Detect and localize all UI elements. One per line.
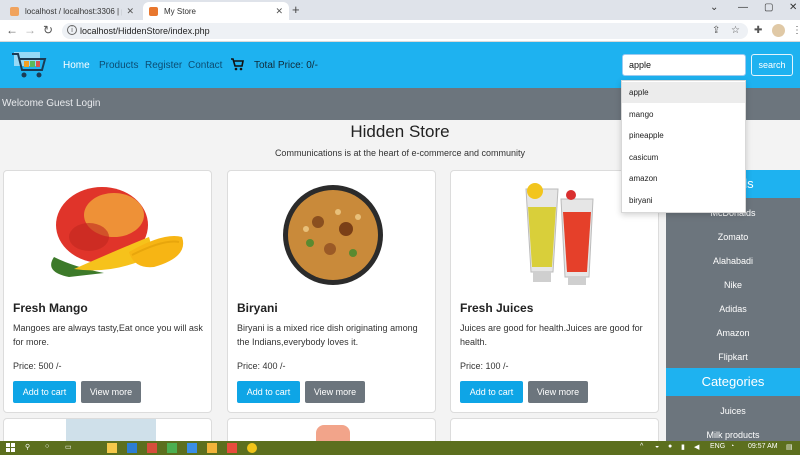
sidebar-item-brand[interactable]: Amazon xyxy=(666,328,800,338)
view-more-button[interactable]: View more xyxy=(528,381,588,403)
product-price: Price: 400 /- xyxy=(237,361,286,371)
app-icon[interactable] xyxy=(147,443,157,453)
wifi-icon[interactable]: ◔ xyxy=(730,443,734,450)
app-icon[interactable] xyxy=(207,443,217,453)
add-to-cart-button[interactable]: Add to cart xyxy=(13,381,76,403)
search-input[interactable]: apple xyxy=(622,54,746,76)
url-field[interactable]: i localhost/HiddenStore/index.php xyxy=(62,23,748,39)
product-title: Fresh Juices xyxy=(460,301,534,315)
windows-start-icon[interactable] xyxy=(6,443,16,453)
windows-taskbar: ⚲ ○ ▭ ^ ◒ ● ▮ ◀ ENG ◔ 09:57 AM ▤ xyxy=(0,441,800,455)
profile-avatar[interactable] xyxy=(772,24,785,37)
back-arrow-icon[interactable]: ← xyxy=(6,23,18,37)
sidebar-item-category[interactable]: Milk products xyxy=(666,430,800,440)
autocomplete-option[interactable]: amazon xyxy=(622,168,745,189)
tab-label: My Store xyxy=(164,6,197,16)
file-explorer-icon[interactable] xyxy=(107,443,117,453)
sidebar-item-brand[interactable]: Zomato xyxy=(666,232,800,242)
site-info-icon[interactable]: i xyxy=(67,25,77,35)
search-icon[interactable]: ⚲ xyxy=(25,443,30,451)
tab-my-store[interactable]: My Store ✕ xyxy=(143,2,289,20)
sidebar-item-category[interactable]: Juices xyxy=(666,406,800,416)
product-card-biryani: Biryani Biryani is a mixed rice dish ori… xyxy=(227,170,436,413)
address-bar: ← → ↻ i localhost/HiddenStore/index.php xyxy=(0,20,800,42)
tab-phpmyadmin[interactable]: localhost / localhost:3306 | phpM ✕ xyxy=(4,2,140,20)
browser-tabstrip: localhost / localhost:3306 | phpM ✕ My S… xyxy=(0,0,800,20)
autocomplete-option[interactable]: casicum xyxy=(622,147,745,168)
new-tab-button[interactable]: + xyxy=(292,2,300,17)
view-more-button[interactable]: View more xyxy=(81,381,141,403)
close-tab-icon[interactable]: ✕ xyxy=(126,6,134,17)
store-favicon-icon xyxy=(149,6,158,16)
nav-products-link[interactable]: Products xyxy=(99,60,138,71)
sidebar-item-brand[interactable]: Alahabadi xyxy=(666,256,800,266)
share-icon[interactable]: ⇪ xyxy=(712,25,720,36)
tray-chevron-icon[interactable]: ^ xyxy=(640,443,643,450)
product-price: Price: 100 /- xyxy=(460,361,509,371)
autocomplete-option[interactable]: pineapple xyxy=(622,125,745,146)
sidebar-item-brand[interactable]: Nike xyxy=(666,280,800,290)
store-logo-cart-icon[interactable] xyxy=(10,50,48,80)
volume-icon[interactable]: ◀ xyxy=(694,443,699,451)
language-indicator[interactable]: ENG xyxy=(710,443,725,450)
autocomplete-option[interactable]: apple xyxy=(622,82,745,103)
browser-menu-icon[interactable]: ⋮ xyxy=(792,25,800,36)
product-description: Biryani is a mixed rice dish originating… xyxy=(237,323,418,347)
nav-contact-link[interactable]: Contact xyxy=(188,60,222,71)
reload-icon[interactable]: ↻ xyxy=(43,23,53,37)
maximize-button[interactable]: ▢ xyxy=(764,2,773,13)
tab-label: localhost / localhost:3306 | phpM xyxy=(25,6,122,16)
view-more-button[interactable]: View more xyxy=(305,381,365,403)
battery-icon[interactable]: ▮ xyxy=(681,443,685,451)
autocomplete-option[interactable]: biryani xyxy=(622,190,745,211)
notifications-icon[interactable]: ▤ xyxy=(786,443,793,451)
clock[interactable]: 09:57 AM xyxy=(748,443,778,450)
extensions-puzzle-icon[interactable]: ✚ xyxy=(754,25,762,36)
total-price: Total Price: 0/- xyxy=(254,60,318,71)
url-text: localhost/HiddenStore/index.php xyxy=(80,26,210,36)
minimize-button[interactable]: — xyxy=(738,2,748,13)
store-icon[interactable] xyxy=(127,443,137,453)
network-icon[interactable]: ◒ xyxy=(655,443,659,450)
product-title: Biryani xyxy=(237,301,278,315)
chrome-icon[interactable] xyxy=(247,443,257,453)
product-description: Mangoes are always tasty,Eat once you wi… xyxy=(13,323,203,347)
autocomplete-dropdown: apple mango pineapple casicum amazon bir… xyxy=(621,80,746,213)
add-to-cart-button[interactable]: Add to cart xyxy=(237,381,300,403)
autocomplete-option[interactable]: mango xyxy=(622,104,745,125)
forward-arrow-icon[interactable]: → xyxy=(24,23,36,37)
product-description: Juices are good for health.Juices are go… xyxy=(460,323,643,347)
app-icon[interactable] xyxy=(167,443,177,453)
cart-icon[interactable] xyxy=(230,57,244,71)
add-to-cart-button[interactable]: Add to cart xyxy=(460,381,523,403)
close-tab-icon[interactable]: ✕ xyxy=(275,6,283,17)
product-card-mango: Fresh Mango Mangoes are always tasty,Eat… xyxy=(3,170,212,413)
biryani-image xyxy=(283,185,383,285)
sidebar-item-brand[interactable]: Adidas xyxy=(666,304,800,314)
nav-register-link[interactable]: Register xyxy=(145,60,182,71)
phpmyadmin-favicon-icon xyxy=(10,6,19,16)
login-link[interactable]: Login xyxy=(76,98,100,109)
mango-image xyxy=(51,187,184,277)
mic-icon[interactable]: ● xyxy=(668,443,672,450)
close-window-button[interactable]: ✕ xyxy=(789,2,797,13)
sidebar-item-brand[interactable]: Flipkart xyxy=(666,352,800,362)
cortana-icon[interactable]: ○ xyxy=(45,443,49,450)
welcome-guest-text: Welcome Guest xyxy=(2,98,73,109)
product-title: Fresh Mango xyxy=(13,301,88,315)
product-price: Price: 500 /- xyxy=(13,361,62,371)
task-view-icon[interactable]: ▭ xyxy=(65,443,72,451)
bookmark-star-icon[interactable]: ☆ xyxy=(731,25,740,36)
tab-search-icon[interactable]: ⌄ xyxy=(710,2,718,13)
nav-home-link[interactable]: Home xyxy=(63,60,90,71)
search-button[interactable]: search xyxy=(751,54,793,76)
app-icon[interactable] xyxy=(187,443,197,453)
app-icon[interactable] xyxy=(227,443,237,453)
categories-heading: Categories xyxy=(666,368,800,396)
